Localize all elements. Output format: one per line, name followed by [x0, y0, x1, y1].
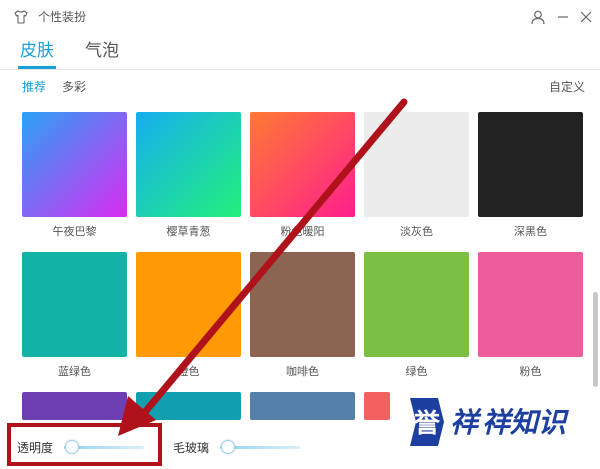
skin-tile[interactable]	[364, 392, 390, 420]
skin-tile[interactable]	[364, 112, 469, 217]
main-tabs: 皮肤 气泡	[0, 34, 600, 70]
tab-bubble[interactable]: 气泡	[85, 40, 119, 62]
skin-tile-label: 深黑色	[514, 225, 547, 238]
frosted-glass-label: 毛玻璃	[173, 441, 210, 455]
skin-tile-label: 绿色	[405, 365, 428, 378]
active-tab-indicator	[18, 66, 56, 69]
skin-tile[interactable]	[478, 252, 583, 357]
custom-skin-link[interactable]: 自定义	[549, 79, 585, 95]
frosted-glass-slider-knob[interactable]	[221, 440, 235, 454]
user-icon	[531, 10, 545, 25]
svg-text:誉: 誉	[414, 409, 441, 439]
skin-tile-label: 橙色	[177, 365, 200, 378]
skin-tile-label: 咖啡色	[286, 365, 319, 378]
scrollbar-thumb[interactable]	[593, 292, 598, 387]
shirt-icon	[14, 10, 28, 24]
skin-tile[interactable]	[22, 112, 127, 217]
skin-tile[interactable]	[22, 392, 127, 420]
watermark-logo: 誉 祥 祥知识	[410, 398, 569, 446]
svg-text:祥知识: 祥知识	[482, 406, 569, 439]
title-bar: 个性装扮	[0, 0, 600, 34]
skin-settings-window: 个性装扮 皮肤 气泡 推荐 多彩 自定义 午夜巴黎 樱草青葱 粉色暖阳 淡灰色 深黑色蓝…	[0, 0, 600, 469]
window-title: 个性装扮	[38, 10, 87, 24]
close-button[interactable]	[576, 7, 596, 27]
subtab-recommended[interactable]: 推荐	[22, 79, 46, 95]
skin-tile-label: 淡灰色	[400, 225, 433, 238]
user-button[interactable]	[528, 7, 548, 27]
subtab-colorful[interactable]: 多彩	[62, 79, 86, 95]
skin-tile[interactable]	[136, 112, 241, 217]
minimize-button[interactable]	[553, 7, 573, 27]
skin-tile-label: 樱草青葱	[166, 225, 211, 238]
skin-tile[interactable]	[136, 252, 241, 357]
skin-tile[interactable]	[250, 252, 355, 357]
skin-tile[interactable]	[250, 112, 355, 217]
skin-tile[interactable]	[22, 252, 127, 357]
skin-tile-label: 蓝绿色	[58, 365, 91, 378]
skin-tile-label: 粉色暖阳	[280, 225, 325, 238]
svg-text:祥: 祥	[450, 406, 482, 439]
skin-tile[interactable]	[478, 112, 583, 217]
skin-tile-label: 粉色	[519, 365, 542, 378]
close-icon	[580, 11, 592, 23]
skin-tile-label: 午夜巴黎	[52, 225, 97, 238]
skin-tile[interactable]	[364, 252, 469, 357]
skin-tile[interactable]	[250, 392, 355, 420]
annotation-highlight-box	[7, 423, 162, 466]
minimize-icon	[558, 16, 568, 18]
tab-skin[interactable]: 皮肤	[20, 40, 54, 62]
skin-tile[interactable]	[136, 392, 241, 420]
